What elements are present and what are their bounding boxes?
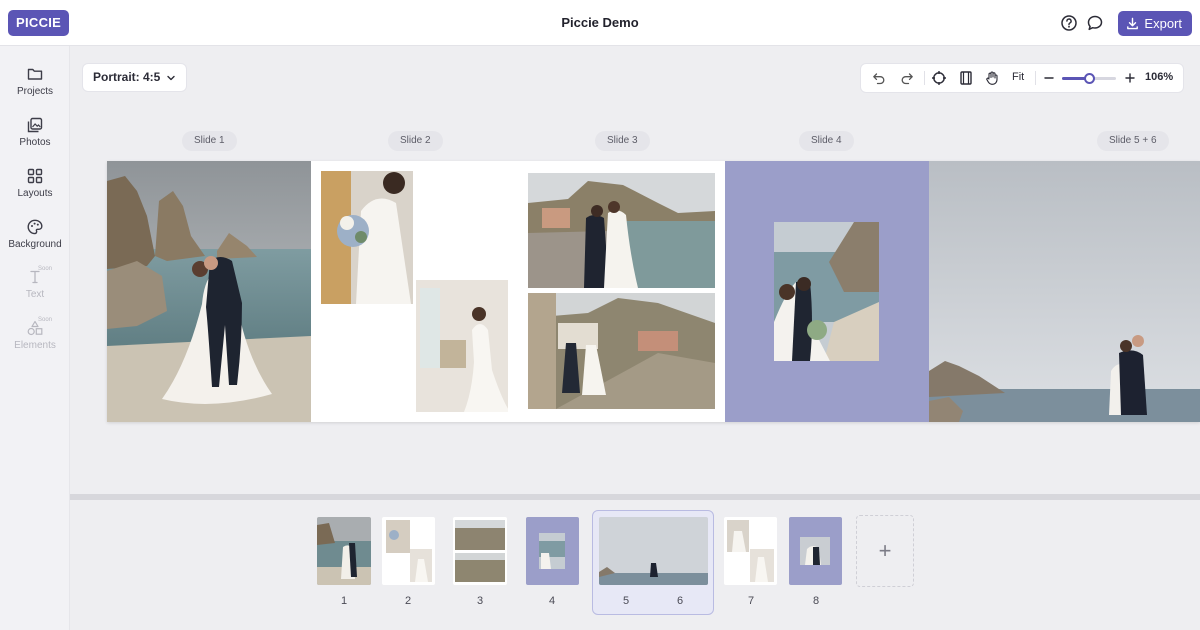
- thumbnail-page-7[interactable]: [724, 517, 777, 585]
- undo-icon[interactable]: [871, 70, 887, 86]
- page-number: 1: [340, 595, 348, 607]
- sidebar-item-text: Soon Text: [0, 266, 70, 300]
- photo-slide-2-bride-bouquet[interactable]: [321, 171, 413, 304]
- page-number: 2: [404, 595, 412, 607]
- add-page-button[interactable]: +: [856, 515, 914, 587]
- fit-button[interactable]: Fit: [1012, 71, 1024, 83]
- left-sidebar: Projects Photos Layouts Background Soon …: [0, 46, 70, 630]
- thumbnail-page-1[interactable]: [317, 517, 371, 585]
- sidebar-item-projects[interactable]: Projects: [0, 65, 70, 97]
- timeline-divider[interactable]: [70, 494, 1200, 500]
- sidebar-item-label: Layouts: [17, 188, 53, 199]
- soon-badge: Soon: [38, 317, 53, 323]
- slide-label[interactable]: Slide 4: [799, 131, 854, 151]
- zoom-slider-handle[interactable]: [1083, 73, 1095, 84]
- soon-badge: Soon: [38, 266, 53, 272]
- photo-slide-3-walking[interactable]: [528, 293, 715, 409]
- sidebar-item-elements: Soon Elements: [0, 317, 70, 351]
- redo-icon[interactable]: [899, 70, 915, 86]
- aspect-ratio-value: Portrait: 4:5: [93, 70, 161, 84]
- sidebar-item-background[interactable]: Background: [0, 218, 70, 250]
- toolbar-divider: [1035, 71, 1036, 85]
- aspect-ratio-select[interactable]: Portrait: 4:5: [83, 64, 187, 91]
- download-icon: [1127, 17, 1139, 30]
- export-button[interactable]: Export: [1118, 11, 1192, 36]
- sidebar-item-label: Background: [8, 239, 62, 250]
- sidebar-item-label: Projects: [16, 86, 54, 97]
- zoom-toolbar: Fit 106%: [861, 64, 1183, 92]
- zoom-percentage: 106%: [1145, 71, 1174, 83]
- photo-slide-4-couple-rocks[interactable]: [774, 222, 879, 361]
- thumbnail-page-5-6[interactable]: [599, 517, 708, 585]
- zoom-in-icon[interactable]: [1122, 70, 1138, 86]
- thumbnail-page-3[interactable]: [453, 517, 507, 585]
- grid-icon: [27, 168, 43, 184]
- page-layout-icon[interactable]: [958, 70, 974, 86]
- page-number: 4: [548, 595, 556, 607]
- sidebar-item-photos[interactable]: Photos: [0, 116, 70, 148]
- zoom-out-icon[interactable]: [1041, 70, 1057, 86]
- slide-label[interactable]: Slide 3: [595, 131, 650, 151]
- sidebar-item-label: Photos: [19, 137, 51, 148]
- hand-pan-icon[interactable]: [984, 70, 1000, 86]
- thumbnail-page-2[interactable]: [382, 517, 435, 585]
- page-number: 6: [676, 595, 684, 607]
- thumbnail-page-4[interactable]: [526, 517, 579, 585]
- help-circle-icon[interactable]: [1060, 14, 1078, 32]
- folder-icon: [27, 68, 43, 80]
- sidebar-item-label: Elements: [14, 340, 56, 351]
- thumbnail-page-8[interactable]: [789, 517, 842, 585]
- photo-slide-3-couple-town[interactable]: [528, 173, 715, 288]
- photo-slide-1[interactable]: [107, 161, 311, 422]
- page-number: 3: [476, 595, 484, 607]
- zoom-slider[interactable]: [1062, 73, 1116, 84]
- project-title: Piccie Demo: [561, 15, 639, 30]
- slide-label[interactable]: Slide 2: [388, 131, 443, 151]
- page-number: 5: [622, 595, 630, 607]
- page-number: 8: [812, 595, 820, 607]
- photos-icon: [27, 117, 43, 133]
- palette-icon: [27, 219, 43, 235]
- slide-label[interactable]: Slide 5 + 6: [1097, 131, 1169, 151]
- photo-slide-2-bride-room[interactable]: [416, 280, 508, 412]
- chat-bubble-icon[interactable]: [1086, 14, 1104, 32]
- chevron-down-icon: [167, 75, 176, 80]
- export-label: Export: [1144, 16, 1182, 31]
- page-number: 7: [747, 595, 755, 607]
- photo-slide-5-6-seascape[interactable]: [929, 161, 1200, 422]
- toolbar-divider: [924, 71, 925, 85]
- sidebar-item-layouts[interactable]: Layouts: [0, 167, 70, 199]
- crosshair-icon[interactable]: [931, 70, 947, 86]
- top-bar: PICCIE Piccie Demo Export: [0, 0, 1200, 46]
- slide-label[interactable]: Slide 1: [182, 131, 237, 151]
- album-canvas[interactable]: [107, 161, 1200, 422]
- sidebar-item-label: Text: [25, 289, 45, 300]
